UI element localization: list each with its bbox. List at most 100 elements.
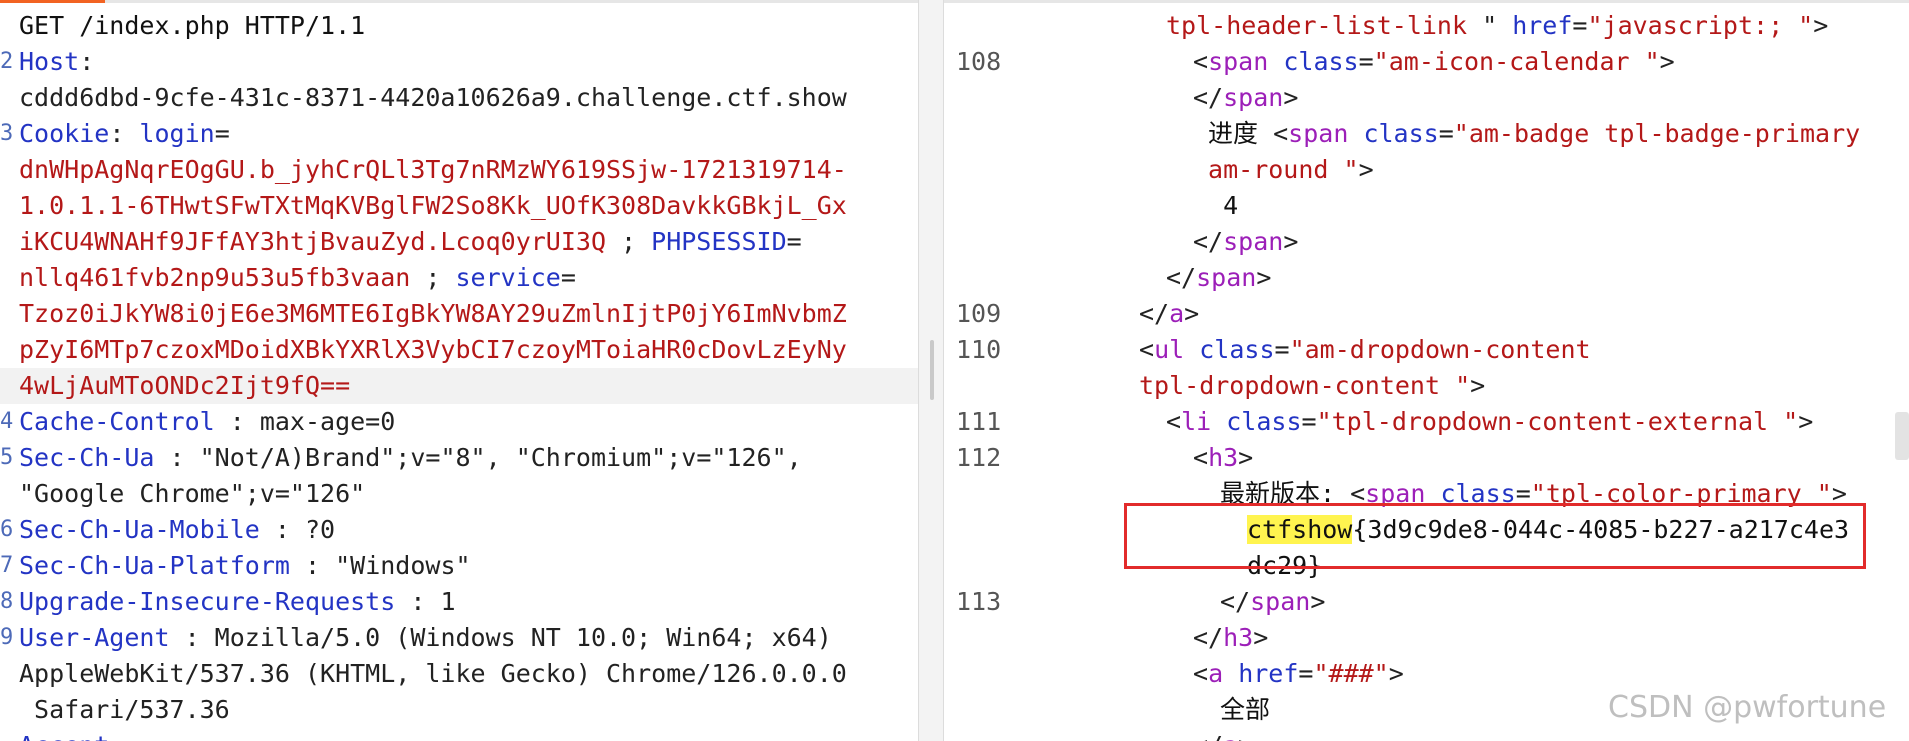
response-line[interactable]: 112 <h3> [944, 440, 1909, 476]
line-text: 4wLjAuMToONDc2Ijt9fQ== [19, 368, 350, 404]
response-line[interactable]: </span> [944, 80, 1909, 116]
request-line[interactable]: 8 Upgrade-Insecure-Requests : 1 [0, 584, 918, 620]
request-line[interactable]: 4wLjAuMToONDc2Ijt9fQ== [0, 368, 918, 404]
token: span [1250, 587, 1311, 616]
line-text: <h3> [1193, 440, 1253, 476]
token: < [1193, 659, 1209, 688]
token: : [109, 731, 154, 741]
token: nllq461fvb2np9u53u5fb3vaan [19, 263, 411, 292]
token: dnWHpAgNqrEOgGU.b_jyhCrQLl3Tg7nRMzWY619S… [19, 155, 847, 184]
line-number: 112 [956, 443, 1002, 472]
line-text: Sec-Ch-Ua : "Not/A)Brand";v="8", "Chromi… [19, 440, 802, 476]
request-line[interactable]: 3 Cookie: login= [0, 116, 918, 152]
line-text: <a href="###"> [1193, 656, 1404, 692]
request-line[interactable]: cddd6dbd-9cfe-431c-8371-4420a10626a9.cha… [0, 80, 918, 116]
response-line[interactable]: 113 </span> [944, 584, 1909, 620]
line-text: 4 [1193, 188, 1238, 224]
watermark: CSDN @pwfortune [1608, 690, 1887, 725]
response-line[interactable]: 111 <li class="tpl-dropdown-content-exter… [944, 404, 1909, 440]
response-line[interactable]: tpl-header-list-link " href="javascript:… [944, 8, 1909, 44]
line-text: Safari/537.36 [19, 692, 230, 728]
line-text: </a> [1139, 296, 1199, 332]
token: > [1256, 263, 1272, 292]
request-line[interactable]: AppleWebKit/537.36 (KHTML, like Gecko) C… [0, 656, 918, 692]
response-editor[interactable]: tpl-header-list-link " href="javascript:… [944, 0, 1909, 741]
token: "javascript:; " [1587, 11, 1814, 40]
line-text: am-round "> [1193, 152, 1374, 188]
response-line[interactable]: 4 [944, 188, 1909, 224]
token: "###" [1313, 659, 1389, 688]
token: </ [1193, 731, 1223, 741]
token: 4 [1193, 191, 1239, 220]
line-text: Tzoz0iJkYW8i0jE6e3M6MTE6IgBkYW8AY29uZmln… [19, 296, 847, 332]
token: span [1208, 47, 1269, 76]
token: </ [1193, 83, 1224, 112]
response-line[interactable]: </a> [944, 728, 1909, 741]
response-line[interactable]: </span> [944, 224, 1909, 260]
request-line[interactable]: nllq461fvb2np9u53u5fb3vaan ; service= [0, 260, 918, 296]
splitter-handle[interactable] [930, 340, 934, 400]
request-line[interactable]: 2 Host: [0, 44, 918, 80]
request-line[interactable]: 7 Sec-Ch-Ua-Platform : "Windows" [0, 548, 918, 584]
token: > [1470, 371, 1486, 400]
token: h3 [1208, 443, 1239, 472]
response-line[interactable]: 108 <span class="am-icon-calendar "> [944, 44, 1909, 80]
token: am-round " [1193, 155, 1359, 184]
line-text: pZyI6MTp7czoxMDoidXBkYXRlX3VybCI7czoyMTo… [19, 332, 847, 368]
token: Accept [19, 731, 109, 741]
request-line[interactable]: Accept : [0, 728, 918, 741]
request-line[interactable]: GET /index.php HTTP/1.1 [0, 8, 918, 44]
line-text: AppleWebKit/537.36 (KHTML, like Gecko) C… [19, 656, 847, 692]
line-text: 1.0.1.1-6THwtSFwTXtMqKVBglFW2So8Kk_UOfK3… [19, 188, 847, 224]
line-text: dnWHpAgNqrEOgGU.b_jyhCrQLl3Tg7nRMzWY619S… [19, 152, 847, 188]
line-number: 113 [956, 587, 1002, 616]
token: " [1467, 11, 1513, 40]
token: : [259, 515, 305, 544]
line-text: tpl-dropdown-content "> [1139, 368, 1485, 404]
request-line[interactable]: 6 Sec-Ch-Ua-Mobile : ?0 [0, 512, 918, 548]
request-editor[interactable]: GET /index.php HTTP/1.1 2 Host: cddd6dbd-9… [0, 0, 918, 741]
response-line[interactable]: 109 </a> [944, 296, 1909, 332]
line-number: 2 [0, 49, 14, 74]
token: AppleWebKit/537.36 (KHTML, like Gecko) C… [19, 659, 847, 688]
token: > [1238, 443, 1254, 472]
token: = [1438, 119, 1454, 148]
vertical-scrollbar[interactable] [1895, 412, 1909, 460]
response-line[interactable]: <a href="###"> [944, 656, 1909, 692]
token: GET /index.php HTTP/1.1 [19, 11, 366, 40]
token: span [1223, 83, 1284, 112]
request-line[interactable]: "Google Chrome";v="126" [0, 476, 918, 512]
response-line[interactable]: 110 <ul class="am-dropdown-content [944, 332, 1909, 368]
line-text: Sec-Ch-Ua-Platform : "Windows" [19, 548, 471, 584]
token: = [1358, 47, 1374, 76]
request-line[interactable]: pZyI6MTp7czoxMDoidXBkYXRlX3VybCI7czoyMTo… [0, 332, 918, 368]
token: = [1274, 335, 1290, 364]
token: = [1572, 11, 1588, 40]
token: href [1238, 659, 1299, 688]
pane-splitter[interactable] [918, 0, 944, 741]
response-line[interactable]: </span> [944, 260, 1909, 296]
token: Tzoz0iJkYW8i0jE6e3M6MTE6IgBkYW8AY29uZmln… [19, 299, 847, 328]
token: </ [1139, 299, 1170, 328]
request-line[interactable]: iKCU4WNAHf9JFfAY3htjBvauZyd.Lcoq0yrUI3Q … [0, 224, 918, 260]
token: a [1169, 299, 1185, 328]
request-line[interactable]: 9 User-Agent : Mozilla/5.0 (Windows NT 10… [0, 620, 918, 656]
response-line[interactable]: </h3> [944, 620, 1909, 656]
token: : [214, 407, 260, 436]
request-line[interactable]: 4 Cache-Control : max-age=0 [0, 404, 918, 440]
token: 全部 [1220, 695, 1271, 724]
token: href [1512, 11, 1573, 40]
response-line[interactable]: am-round "> [944, 152, 1909, 188]
response-line[interactable]: 进度 <span class="am-badge tpl-badge-prima… [944, 116, 1909, 152]
request-line[interactable]: 1.0.1.1-6THwtSFwTXtMqKVBglFW2So8Kk_UOfK3… [0, 188, 918, 224]
token: < [1193, 47, 1209, 76]
response-line[interactable]: tpl-dropdown-content "> [944, 368, 1909, 404]
request-line[interactable]: 5 Sec-Ch-Ua : "Not/A)Brand";v="8", "Chrom… [0, 440, 918, 476]
request-line[interactable]: dnWHpAgNqrEOgGU.b_jyhCrQLl3Tg7nRMzWY619S… [0, 152, 918, 188]
line-number: 109 [956, 299, 1002, 328]
request-line[interactable]: Tzoz0iJkYW8i0jE6e3M6MTE6IgBkYW8AY29uZmln… [0, 296, 918, 332]
request-line[interactable]: Safari/537.36 [0, 692, 918, 728]
token: cddd6dbd-9cfe-431c-8371-4420a10626a9.cha… [19, 83, 847, 112]
